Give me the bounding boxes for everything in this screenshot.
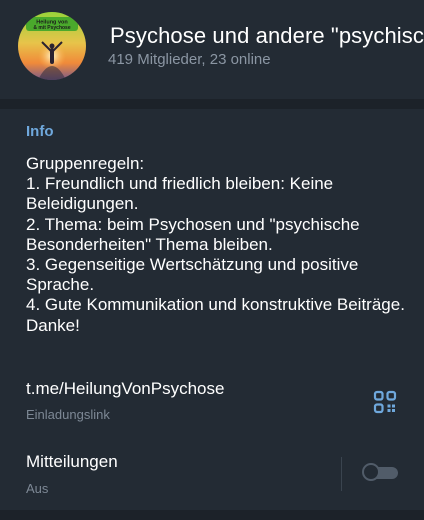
chat-header: Heilung von & mit Psychose Psychose und … [0, 0, 424, 99]
info-heading: Info [26, 123, 54, 140]
invite-link[interactable]: t.me/HeilungVonPsychose [26, 379, 224, 399]
member-count: 419 Mitglieder, 23 online [108, 51, 271, 68]
divider [341, 457, 342, 491]
group-title[interactable]: Psychose und andere "psychisc [110, 23, 424, 49]
invite-link-label: Einladungslink [26, 407, 110, 422]
toggle-knob [362, 463, 380, 481]
group-avatar[interactable]: Heilung von & mit Psychose [18, 12, 86, 80]
svg-text:& mit Psychose: & mit Psychose [33, 25, 70, 31]
notifications-toggle[interactable] [362, 462, 398, 482]
notifications-label: Mitteilungen [26, 452, 118, 471]
qr-code-icon[interactable] [372, 389, 398, 415]
notifications-status: Aus [26, 481, 49, 496]
info-section: Info Gruppenregeln: 1. Freundlich und fr… [0, 109, 424, 510]
group-description: Gruppenregeln: 1. Freundlich und friedli… [26, 154, 405, 335]
